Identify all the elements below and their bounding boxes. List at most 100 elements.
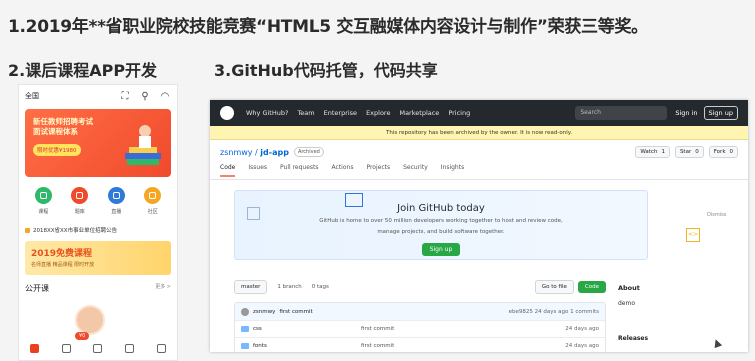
avatar bbox=[241, 307, 249, 316]
tab-security[interactable]: Security bbox=[403, 164, 428, 175]
repo-path: zsnmwy / jd-app bbox=[220, 147, 289, 157]
join-title: Join GitHub today bbox=[397, 203, 485, 214]
folder-icon bbox=[241, 343, 249, 349]
home-tab-icon[interactable] bbox=[30, 344, 40, 353]
more-link[interactable]: 更多 > bbox=[155, 283, 171, 294]
table-row[interactable]: css first commit 24 days ago bbox=[235, 320, 605, 337]
category-live[interactable]: 直播 bbox=[107, 187, 125, 215]
location-selector[interactable]: 全国 bbox=[25, 91, 111, 101]
join-text-2: manage projects, and build software toge… bbox=[377, 229, 505, 235]
fork-count: 0 bbox=[729, 149, 734, 155]
teacher-avatar[interactable] bbox=[75, 305, 105, 335]
repo-owner-link[interactable]: zsnmwy bbox=[220, 148, 253, 157]
folder-icon bbox=[241, 326, 249, 332]
nav-enterprise[interactable]: Enterprise bbox=[324, 109, 357, 117]
promo-banner[interactable]: 新任教师招聘考试 面试课程体系 限时优惠¥1980 bbox=[25, 109, 171, 177]
checkbox-icon bbox=[247, 207, 260, 220]
open-class-header: 公开课 更多 > bbox=[19, 275, 177, 294]
commit-author-cell: zsnmwy first commit bbox=[241, 307, 361, 316]
table-row[interactable]: fonts first commit 24 days ago bbox=[235, 337, 605, 352]
fork-label: Fork bbox=[713, 149, 726, 155]
about-title: About bbox=[618, 284, 640, 292]
file-commit-message[interactable]: first commit bbox=[361, 326, 565, 332]
fork-button[interactable]: Fork 0 bbox=[708, 146, 738, 158]
code-download-button[interactable]: Code bbox=[577, 281, 606, 293]
category-questions[interactable]: 题库 bbox=[71, 187, 89, 215]
signup-button[interactable]: Sign up bbox=[703, 106, 738, 120]
category-label: 直播 bbox=[111, 209, 122, 215]
archived-badge: Archived bbox=[293, 147, 324, 157]
nav-why-github[interactable]: Why GitHub? bbox=[246, 109, 288, 117]
nav-explore[interactable]: Explore bbox=[366, 109, 390, 117]
github-navbar: Why GitHub? Team Enterprise Explore Mark… bbox=[210, 100, 748, 126]
watch-label: Watch bbox=[640, 149, 658, 155]
headset-icon[interactable]: ◠ bbox=[159, 90, 171, 102]
latest-commit-row: zsnmwy first commit ebe9825 24 days ago 1… bbox=[235, 303, 605, 320]
branch-count-link[interactable]: 1 branch bbox=[277, 284, 301, 290]
github-screenshot: Why GitHub? Team Enterprise Explore Mark… bbox=[210, 100, 748, 352]
branch-select[interactable]: master bbox=[234, 280, 268, 294]
scan-icon[interactable]: ⛶ bbox=[119, 90, 131, 102]
commit-count[interactable]: 1 commits bbox=[570, 309, 599, 315]
category-course[interactable]: 课程 bbox=[34, 187, 52, 215]
commit-author[interactable]: zsnmwy bbox=[253, 309, 275, 315]
tab-insights[interactable]: Insights bbox=[441, 164, 464, 175]
profile-tab-icon[interactable] bbox=[156, 344, 166, 353]
app-heading: 2.课后课程APP开发 bbox=[8, 61, 158, 80]
award-heading: 1.2019年**省职业院校技能竞赛“HTML5 交互融媒体内容设计与制作”荣获… bbox=[8, 17, 648, 37]
repo-toolbar: master 1 branch 0 tags Go to file Code bbox=[234, 280, 606, 294]
message-tab-icon[interactable] bbox=[125, 344, 135, 353]
nav-pricing[interactable]: Pricing bbox=[448, 109, 470, 117]
category-icons: 课程 题库 直播 社区 bbox=[19, 179, 177, 215]
tab-projects[interactable]: Projects bbox=[366, 164, 390, 175]
pull-request-icon bbox=[345, 193, 363, 207]
category-label: 社区 bbox=[147, 209, 158, 215]
github-logo-icon[interactable] bbox=[220, 106, 234, 120]
free-course-banner[interactable]: 2019免费课程 名师直播 精品课程 限时开放 bbox=[25, 241, 171, 275]
nav-team[interactable]: Team bbox=[297, 109, 314, 117]
dismiss-link[interactable]: Dismiss bbox=[707, 212, 726, 218]
repo-name-link[interactable]: jd-app bbox=[260, 148, 289, 157]
tab-code[interactable]: Code bbox=[220, 164, 236, 177]
repo-tabs: Code Issues Pull requests Actions Projec… bbox=[210, 164, 748, 180]
go-to-file-button[interactable]: Go to file bbox=[534, 280, 574, 294]
course-tab-icon[interactable] bbox=[61, 344, 71, 353]
commit-time: 24 days ago bbox=[534, 308, 569, 315]
question-bank-icon bbox=[71, 187, 89, 204]
news-text: 2018XX省XX市事业单位招聘公告 bbox=[33, 228, 118, 234]
search-input[interactable]: Search bbox=[575, 106, 668, 120]
tab-actions[interactable]: Actions bbox=[332, 164, 354, 175]
signin-link[interactable]: Sign in bbox=[675, 109, 697, 117]
category-label: 题库 bbox=[74, 209, 85, 215]
watch-count: 1 bbox=[661, 149, 665, 155]
file-name[interactable]: css bbox=[253, 326, 262, 332]
repo-header: zsnmwy / jd-app Archived Watch 1 Star 0 Fo… bbox=[210, 140, 748, 164]
tab-pull-requests[interactable]: Pull requests bbox=[280, 164, 319, 175]
commit-message[interactable]: first commit bbox=[279, 309, 312, 315]
about-description: demo bbox=[618, 300, 636, 307]
join-signup-button[interactable]: Sign up bbox=[421, 243, 461, 256]
tab-issues[interactable]: Issues bbox=[248, 164, 267, 175]
bottom-tab-bar bbox=[19, 344, 177, 360]
archived-notice: This repository has been archived by the… bbox=[210, 126, 748, 140]
file-name[interactable]: fonts bbox=[253, 343, 267, 349]
star-count: 0 bbox=[695, 149, 699, 155]
watch-button[interactable]: Watch 1 bbox=[635, 146, 670, 158]
star-button[interactable]: Star 0 bbox=[674, 146, 704, 158]
tag-count-link[interactable]: 0 tags bbox=[312, 284, 329, 290]
commit-hash[interactable]: ebe9825 bbox=[509, 309, 533, 315]
search-icon[interactable]: ⚲ bbox=[139, 90, 151, 102]
category-label: 课程 bbox=[38, 209, 49, 215]
teacher-illustration bbox=[125, 125, 161, 165]
nav-marketplace[interactable]: Marketplace bbox=[399, 109, 439, 117]
news-ticker[interactable]: 2018XX省XX市事业单位招聘公告 bbox=[25, 225, 171, 235]
category-community[interactable]: 社区 bbox=[144, 187, 162, 215]
community-icon bbox=[144, 187, 162, 204]
releases-title[interactable]: Releases bbox=[618, 335, 648, 342]
news-icon bbox=[25, 227, 30, 233]
join-text-1: GitHub is home to over 50 million develo… bbox=[319, 218, 563, 224]
study-tab-icon[interactable] bbox=[93, 344, 103, 353]
file-commit-message[interactable]: first commit bbox=[361, 343, 565, 349]
file-time: 24 days ago bbox=[565, 343, 599, 349]
app-top-bar: 全国 ⛶ ⚲ ◠ bbox=[19, 85, 177, 107]
